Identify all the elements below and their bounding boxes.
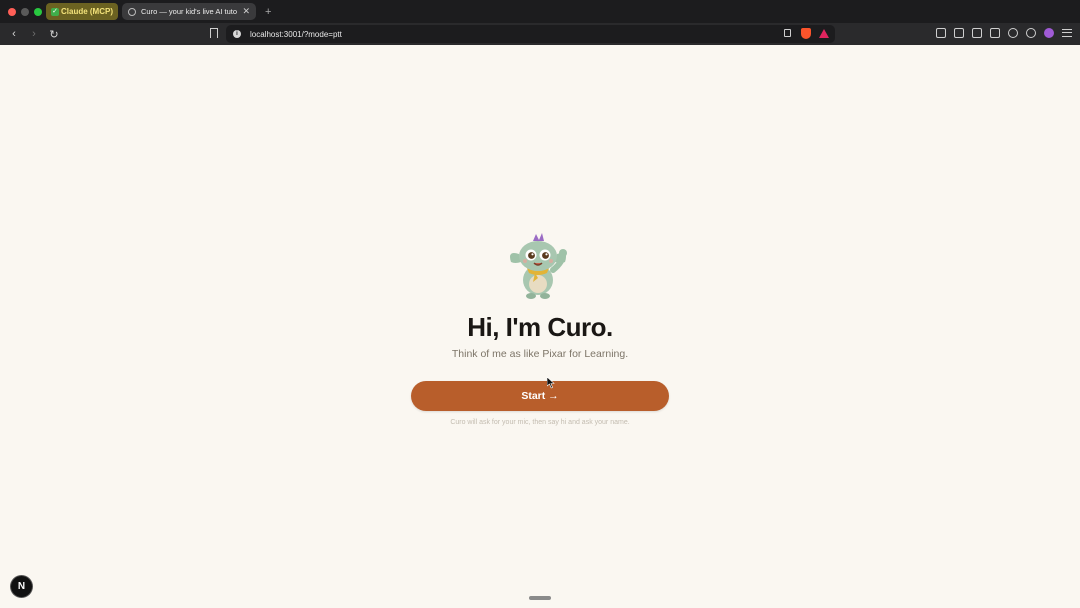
menu-icon[interactable] xyxy=(1062,29,1072,37)
tab-curo[interactable]: Curo — your kid's live AI tutor ✕ xyxy=(122,3,256,20)
tab-title: Curo — your kid's live AI tutor xyxy=(141,7,238,16)
brave-rewards-icon[interactable] xyxy=(819,29,829,38)
sidebar-icon[interactable] xyxy=(972,28,982,38)
back-arrow-icon[interactable]: ‹ xyxy=(8,28,20,40)
window-controls xyxy=(8,7,42,16)
brave-shields-icon[interactable] xyxy=(801,28,811,39)
tab-group-label: Claude (MCP) xyxy=(61,7,113,16)
url-text[interactable]: localhost:3001/?mode=ptt xyxy=(250,30,342,39)
extensions-icon[interactable] xyxy=(936,28,946,38)
profile-avatar-icon[interactable] xyxy=(1044,28,1054,38)
mouse-cursor-icon xyxy=(547,377,555,389)
forward-arrow-icon[interactable]: › xyxy=(28,28,40,40)
maximize-window-button[interactable] xyxy=(34,7,42,16)
leo-ai-icon[interactable] xyxy=(1008,28,1018,38)
reload-icon[interactable]: ↻ xyxy=(48,28,60,41)
browser-tab-bar: ✓ Claude (MCP) Curo — your kid's live AI… xyxy=(0,0,1080,23)
share-icon[interactable] xyxy=(784,29,791,37)
new-tab-button[interactable]: + xyxy=(265,6,271,18)
site-info-icon[interactable]: i xyxy=(233,30,241,38)
wallet-icon[interactable] xyxy=(990,28,1000,38)
page-subtitle: Think of me as like Pixar for Learning. xyxy=(451,348,629,360)
browser-toolbar: ‹ › ↻ i localhost:3001/?mode=ptt xyxy=(0,23,1080,45)
nextjs-dev-badge[interactable]: N xyxy=(11,576,32,597)
close-tab-icon[interactable]: ✕ xyxy=(242,6,250,17)
bookmark-icon[interactable] xyxy=(210,28,218,38)
close-window-button[interactable] xyxy=(8,7,16,16)
check-icon: ✓ xyxy=(51,7,59,16)
curo-mascot-illustration xyxy=(510,233,567,299)
page-title: Hi, I'm Curo. xyxy=(467,312,613,342)
start-button[interactable]: Start → xyxy=(411,381,669,411)
tab-group-claude-mcp[interactable]: ✓ Claude (MCP) xyxy=(46,3,118,20)
globe-icon xyxy=(128,7,136,16)
home-indicator xyxy=(529,596,551,600)
reader-mode-icon[interactable] xyxy=(954,28,964,38)
address-bar[interactable]: i localhost:3001/?mode=ptt xyxy=(226,25,835,43)
toolbar-actions xyxy=(936,28,1072,38)
minimize-window-button[interactable] xyxy=(21,7,29,16)
vpn-icon[interactable] xyxy=(1026,28,1036,38)
mic-permission-hint: Curo will ask for your mic, then say hi … xyxy=(450,419,630,426)
